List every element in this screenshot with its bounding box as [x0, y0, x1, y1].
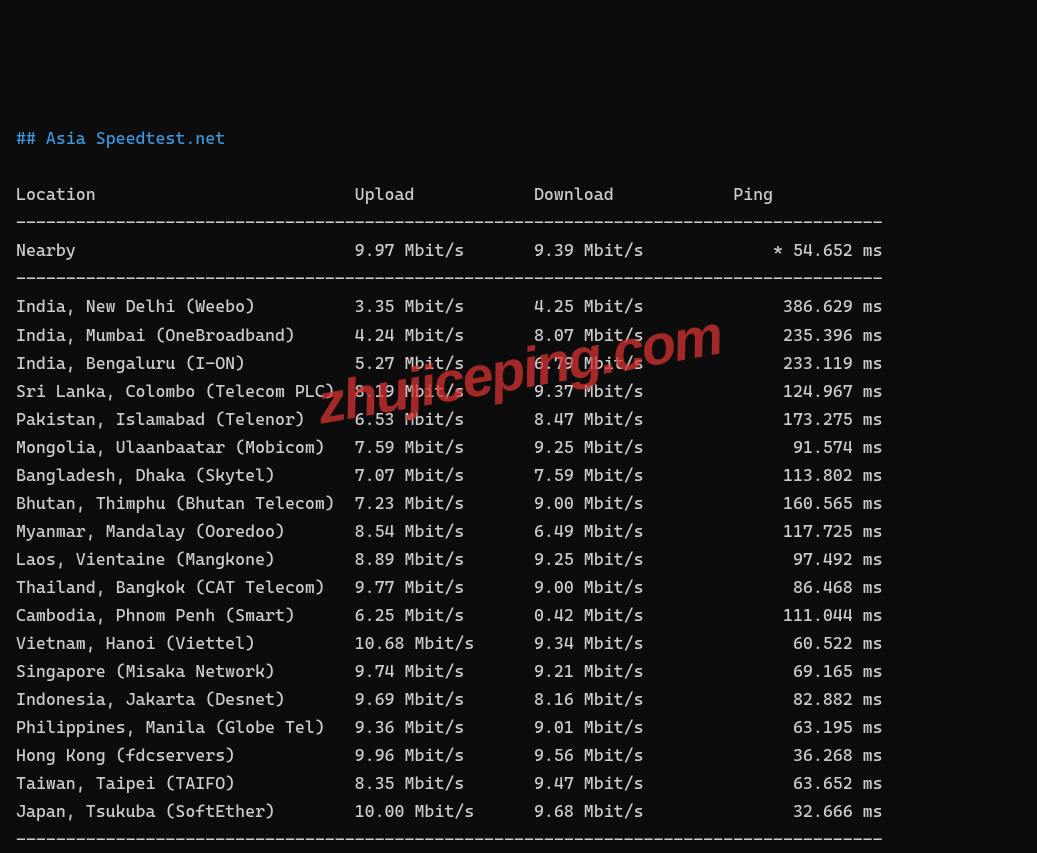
- nearby-row: Nearby 9.97 Mbit/s 9.39 Mbit/s * 54.652 …: [16, 240, 883, 260]
- divider: ----------------------------------------…: [16, 829, 883, 849]
- divider: ----------------------------------------…: [16, 268, 883, 288]
- section-title: ## Asia Speedtest.net: [16, 128, 225, 148]
- divider: ----------------------------------------…: [16, 212, 883, 232]
- table-body: India, New Delhi (Weebo) 3.35 Mbit/s 4.2…: [16, 296, 883, 821]
- header-row: Location Upload Download Ping: [16, 184, 773, 204]
